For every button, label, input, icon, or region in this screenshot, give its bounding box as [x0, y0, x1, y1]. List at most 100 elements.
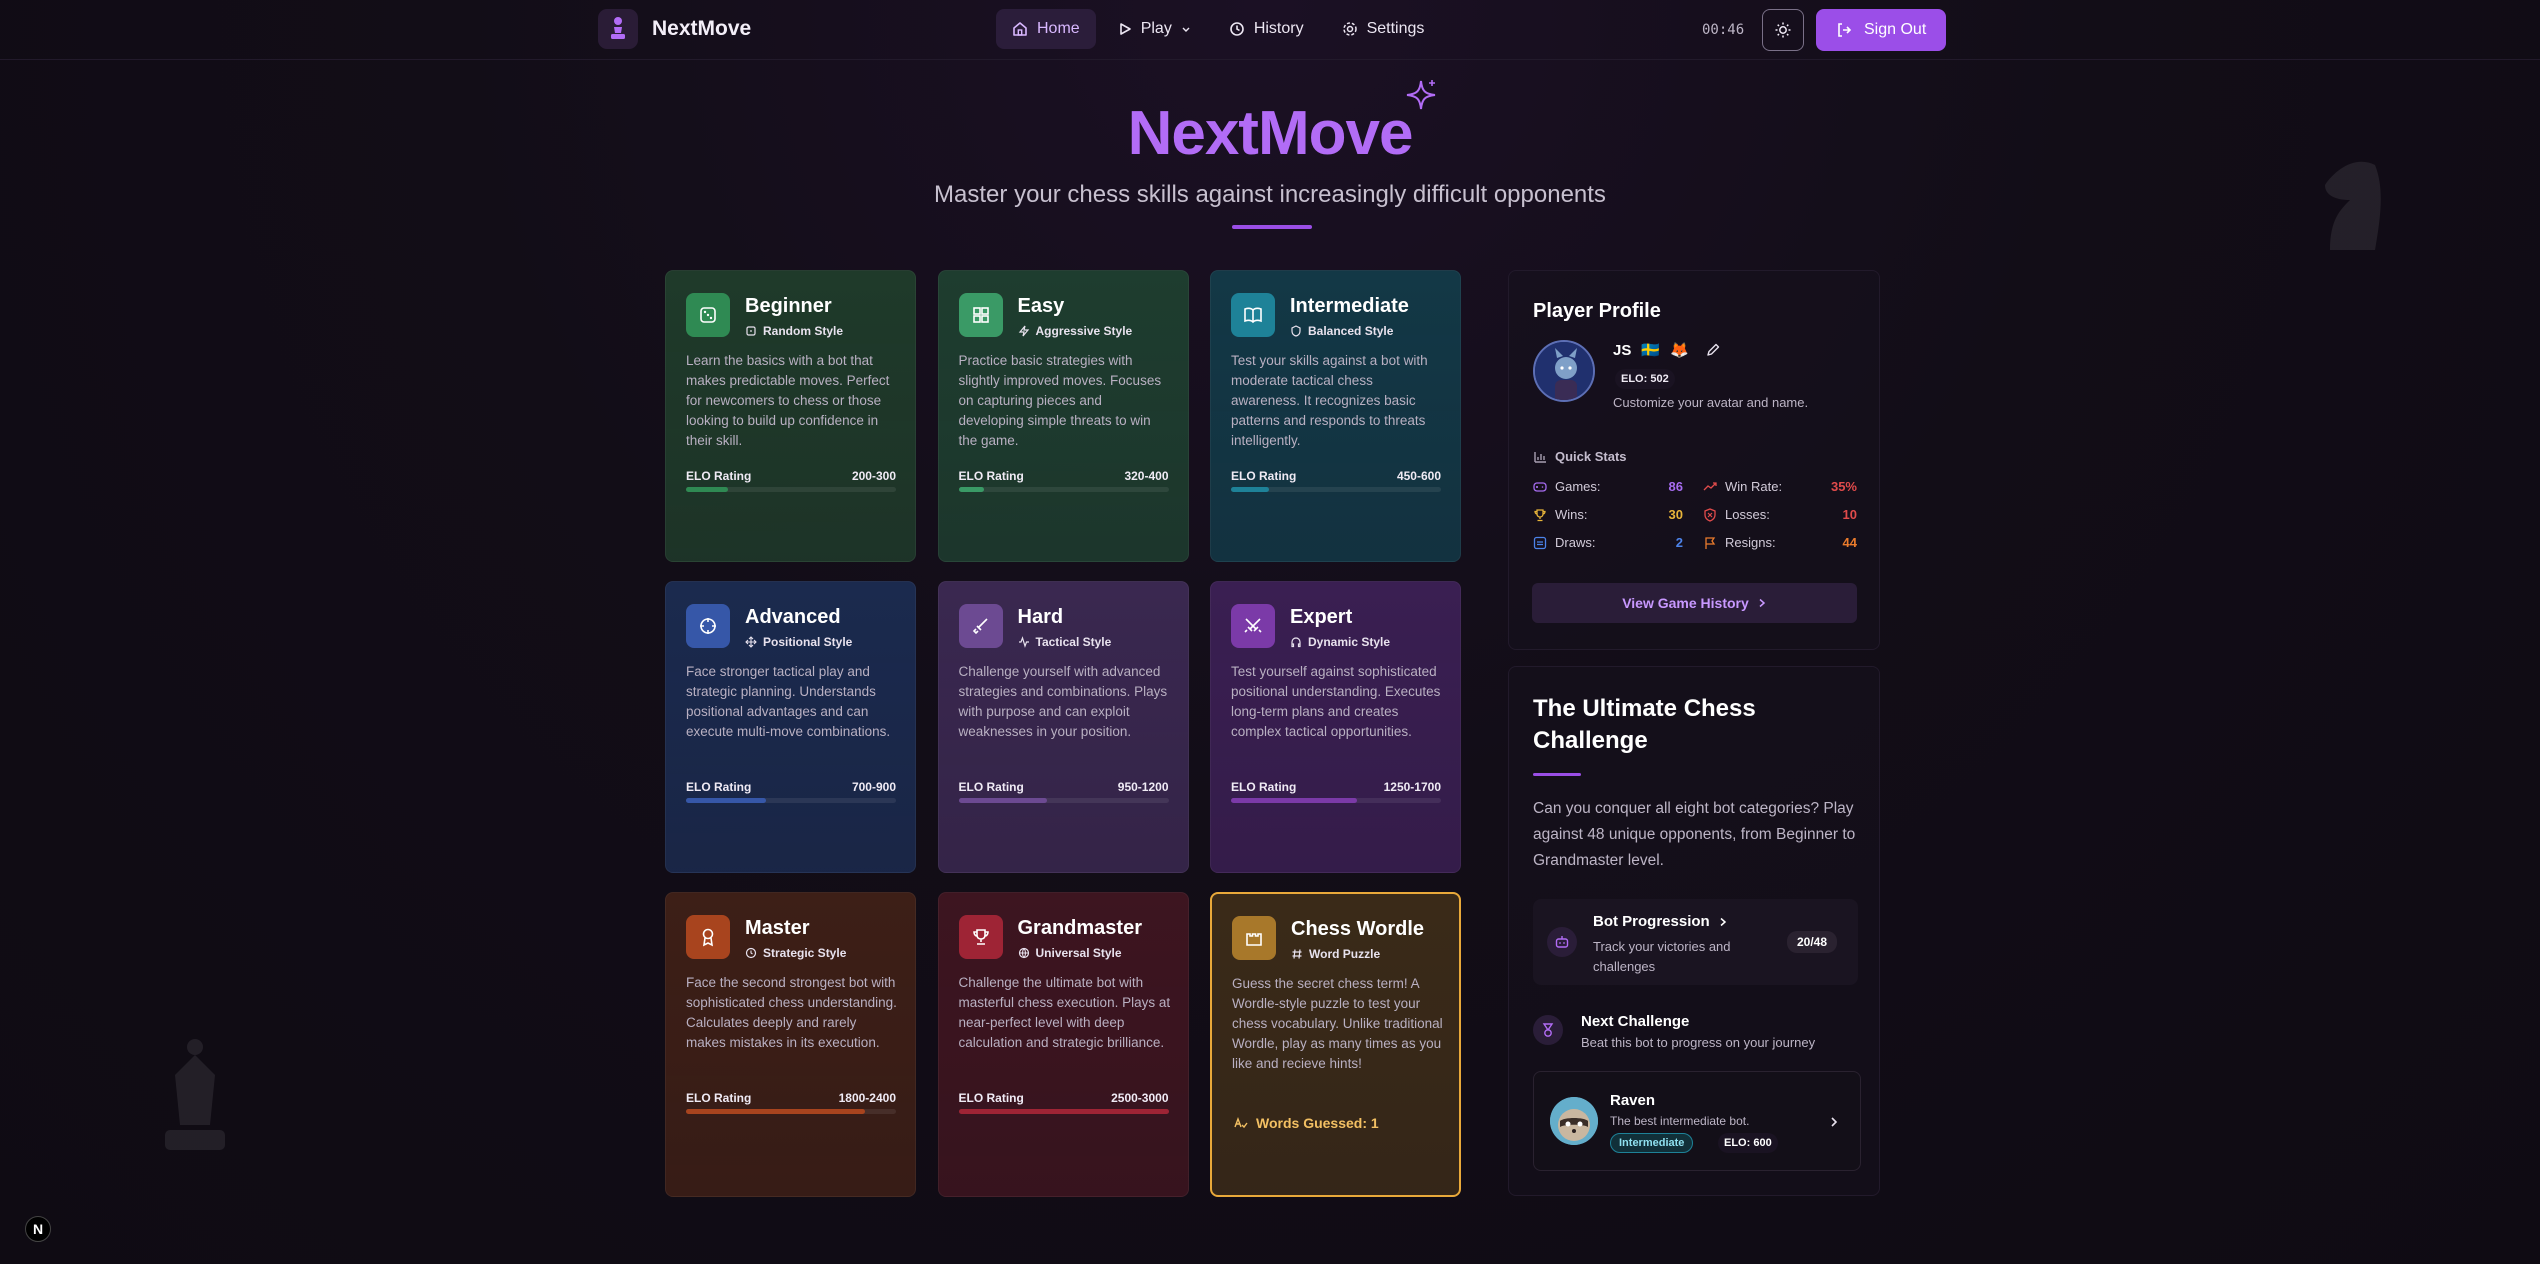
bot-card-master[interactable]: Master Strategic Style Face the second s…: [665, 892, 916, 1197]
award-icon: [686, 915, 730, 959]
hero-divider: [1232, 225, 1312, 229]
next-challenge-title: Next Challenge: [1581, 1013, 1690, 1030]
sign-out-button[interactable]: Sign Out: [1816, 9, 1947, 51]
chevron-down-icon: [1182, 27, 1190, 32]
bar-chart-icon: [1534, 451, 1546, 463]
player-emoji: 🦊: [1670, 342, 1689, 359]
trending-up-icon: [1703, 481, 1717, 490]
bot-card-beginner[interactable]: Beginner Random Style Learn the basics w…: [665, 270, 916, 562]
avatar[interactable]: [1533, 340, 1595, 402]
nav-settings[interactable]: Settings: [1326, 9, 1441, 49]
bot-card-title: Beginner: [745, 295, 832, 317]
elo-progress-bar: [958, 1109, 1169, 1114]
stat-label: Wins:: [1555, 507, 1588, 522]
bot-card-style: Random Style: [745, 324, 843, 338]
stat-wins: Wins: 30: [1533, 507, 1683, 522]
brand-link[interactable]: NextMove: [598, 9, 751, 49]
bot-card-style: Tactical Style: [1018, 635, 1112, 649]
nav-play[interactable]: Play: [1102, 9, 1207, 49]
bot-progression-title: Bot Progression: [1593, 913, 1710, 930]
bot-card-intermediate[interactable]: Intermediate Balanced Style Test your sk…: [1210, 270, 1461, 562]
shield-icon: [1291, 325, 1301, 337]
elo-label: ELO Rating: [686, 1091, 752, 1105]
player-flag: 🇸🇪: [1641, 342, 1661, 359]
elo-label: ELO Rating: [686, 469, 752, 483]
elo-progress-bar: [958, 487, 1169, 492]
bot-card-style-label: Strategic Style: [763, 946, 847, 960]
dev-tools-badge[interactable]: N: [25, 1216, 51, 1242]
stat-draws: Draws: 2: [1533, 535, 1683, 550]
quick-stats-label: Quick Stats: [1555, 449, 1627, 464]
elo-range: 2500-3000: [1111, 1091, 1169, 1105]
gamepad-icon: [1533, 481, 1547, 492]
nav-play-label: Play: [1140, 20, 1172, 37]
edit-pencil-icon[interactable]: [1705, 342, 1721, 358]
elo-label: ELO Rating: [686, 780, 752, 794]
elo-range: 950-1200: [1117, 780, 1169, 794]
next-bot-card[interactable]: Raven The best intermediate bot. Interme…: [1533, 1071, 1861, 1171]
view-game-history-button[interactable]: View Game History: [1532, 583, 1857, 623]
bot-description: The best intermediate bot.: [1610, 1114, 1750, 1128]
bot-card-style: Balanced Style: [1290, 324, 1393, 338]
elo-progress-fill: [958, 487, 984, 492]
chevron-right-icon: [1759, 598, 1765, 608]
elo-progress-fill: [686, 1109, 865, 1114]
bot-card-hard[interactable]: Hard Tactical Style Challenge yourself w…: [937, 581, 1189, 873]
stat-resigns: Resigns: 44: [1703, 535, 1857, 550]
stat-value: 30: [1668, 507, 1683, 522]
bot-progression-count: 20/48: [1787, 931, 1838, 953]
top-navbar: NextMove Home Play History Settings 00:4…: [0, 0, 2540, 60]
swords-icon: [1231, 604, 1275, 648]
avatar-figure-icon: [1535, 342, 1593, 400]
elo-row: ELO Rating 2500-3000: [959, 1091, 1169, 1105]
bot-card-style-label: Aggressive Style: [1035, 324, 1133, 338]
nav-home-label: Home: [1037, 20, 1080, 37]
elo-range: 700-900: [851, 780, 896, 794]
bot-card-expert[interactable]: Expert Dynamic Style Test yourself again…: [1210, 581, 1461, 873]
blocks-icon: [958, 293, 1003, 337]
words-guessed-label: Words Guessed: 1: [1256, 1115, 1379, 1131]
theme-toggle-button[interactable]: [1762, 9, 1804, 51]
stat-label: Resigns:: [1725, 535, 1776, 550]
elo-row: ELO Rating 1250-1700: [1231, 780, 1441, 794]
nav-home[interactable]: Home: [996, 9, 1096, 49]
brand-name: NextMove: [652, 17, 752, 40]
elo-row: ELO Rating 200-300: [686, 469, 896, 483]
elo-progress-fill: [1231, 487, 1269, 492]
nav-history[interactable]: History: [1213, 9, 1320, 49]
shield-x-icon: [1704, 507, 1716, 522]
bot-card-style-label: Balanced Style: [1308, 324, 1394, 338]
challenge-title: The Ultimate Chess Challenge: [1533, 695, 1756, 754]
challenge-description: Can you conquer all eight bot categories…: [1533, 800, 1856, 869]
stat-value: 86: [1668, 479, 1683, 494]
chevron-right-icon: [1720, 917, 1726, 926]
globe-icon: [1018, 947, 1029, 959]
bot-card-easy[interactable]: Easy Aggressive Style Practice basic str…: [937, 270, 1189, 562]
bot-card-advanced[interactable]: Advanced Positional Style Face stronger …: [665, 581, 916, 873]
elo-progress-fill: [686, 487, 728, 492]
bot-progression-panel[interactable]: Bot Progression Track your victories and…: [1533, 899, 1858, 985]
hero-subtitle: Master your chess skills against increas…: [934, 181, 1606, 208]
bot-card-chess-wordle[interactable]: Chess Wordle Word Puzzle Guess the secre…: [1210, 892, 1461, 1197]
bot-card-description: Face stronger tactical play and strategi…: [686, 664, 891, 739]
next-challenge-icon-wrap: [1533, 1015, 1563, 1045]
profile-caption: Customize your avatar and name.: [1613, 395, 1809, 410]
elo-range: 200-300: [851, 469, 896, 483]
bot-card-style: Positional Style: [745, 635, 852, 649]
bot-card-style-label: Universal Style: [1035, 946, 1122, 960]
bot-card-title: Hard: [1017, 606, 1064, 628]
queen-watermark-icon: [150, 1035, 240, 1165]
bot-card-style-label: Tactical Style: [1035, 635, 1112, 649]
bot-card-grandmaster[interactable]: Grandmaster Universal Style Challenge th…: [937, 892, 1189, 1197]
stat-winrate: Win Rate: 35%: [1703, 479, 1857, 494]
elo-label: ELO Rating: [1231, 780, 1297, 794]
session-timer: 00:46: [1702, 22, 1745, 38]
bot-card-description: Challenge yourself with advanced strateg…: [958, 664, 1168, 739]
sign-out-label: Sign Out: [1864, 21, 1927, 38]
bot-card-style: Strategic Style: [745, 946, 846, 960]
sun-icon: [1775, 22, 1791, 38]
bot-card-description: Learn the basics with a bot that makes p…: [686, 353, 890, 448]
home-icon: [1013, 22, 1027, 36]
nav-history-label: History: [1253, 20, 1304, 37]
elo-label: ELO Rating: [1231, 469, 1297, 483]
